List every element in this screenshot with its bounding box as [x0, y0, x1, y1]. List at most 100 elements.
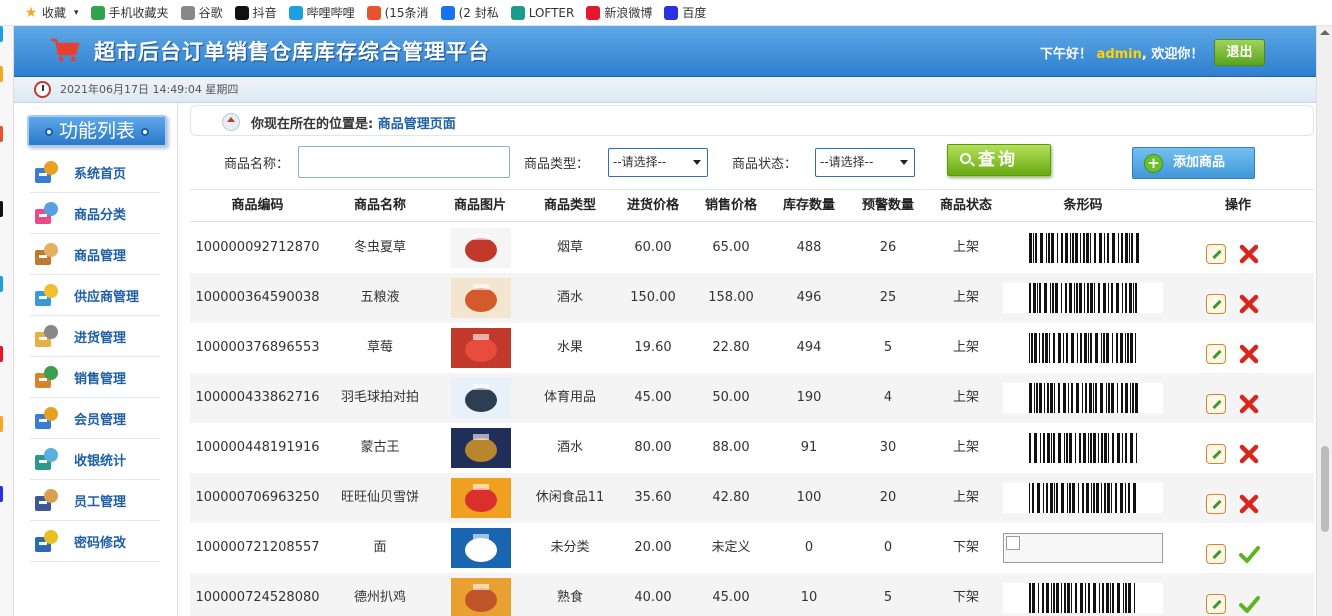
status-label: 商品状态：: [732, 157, 798, 172]
cell-sell: 65.00: [712, 240, 750, 255]
bookmark-zhihu[interactable]: (2 封私: [440, 4, 499, 21]
bookmark-page[interactable]: 谷歌: [180, 4, 223, 21]
strip-marker: [0, 486, 3, 502]
cell-warn: 30: [879, 440, 897, 455]
sidebar-item-label: 员工管理: [74, 495, 127, 510]
cell-stock: 0: [804, 540, 814, 555]
column-header: 商品类型: [543, 198, 596, 213]
bookmark-baidu[interactable]: 百度: [664, 4, 706, 21]
cell-stock: 10: [800, 590, 818, 605]
breadcrumb-location[interactable]: 商品管理页面: [378, 117, 456, 132]
sidebar-item-category[interactable]: 商品分类: [30, 194, 160, 234]
goods-type-select[interactable]: --请选择--: [608, 148, 708, 177]
password-icon: [32, 528, 60, 556]
category-icon: [32, 200, 60, 228]
cell-name: 五粮液: [360, 290, 400, 305]
bookmark-star[interactable]: ★ 收藏 ▾: [24, 4, 79, 21]
cell-status: 上架: [952, 340, 979, 355]
cell-type: 熟食: [556, 590, 583, 605]
bookmark-c[interactable]: (15条消: [366, 4, 429, 21]
goods-status-select[interactable]: --请选择--: [815, 148, 915, 177]
sidebar-item-purchase[interactable]: 进货管理: [30, 317, 160, 357]
query-button[interactable]: 查询: [947, 144, 1051, 176]
bookmark-weibo[interactable]: 新浪微博: [586, 4, 652, 21]
table-header: 商品编码 商品名称 商品图片 商品类型 进货价格 销售价格 库存数量 预警数量 商品状态 条形码 操…: [190, 190, 1314, 222]
app-header: 超市后台订单销售仓库库存综合管理平台 下午好！ admin, 欢迎你！ 退出: [14, 26, 1316, 77]
zhihu-icon: [440, 5, 455, 20]
sidebar-item-supplier[interactable]: 供应商管理: [30, 276, 160, 316]
phone-icon: [90, 5, 105, 20]
sidebar-item-goods[interactable]: 商品管理: [30, 235, 160, 275]
cell-type: 烟草: [556, 240, 583, 255]
delete-icon[interactable]: [1238, 443, 1260, 465]
delete-icon[interactable]: [1238, 493, 1260, 515]
table-row: 100000376896553 草莓 水果 19.60 22.80 494 5 上架: [190, 323, 1314, 373]
delete-icon[interactable]: [1238, 343, 1260, 365]
approve-icon[interactable]: [1238, 593, 1260, 615]
edit-icon[interactable]: [1206, 394, 1226, 414]
sidebar-item-home[interactable]: 系统首页: [30, 153, 160, 193]
sidebar-title-text: 功能列表: [58, 120, 135, 142]
cell-code: 100000376896553: [195, 340, 320, 355]
column-header: 操作: [1224, 198, 1251, 213]
edit-icon[interactable]: [1206, 244, 1226, 264]
chevron-down-icon: [900, 160, 908, 165]
cell-buy: 80.00: [634, 440, 672, 455]
cell-buy: 150.00: [630, 290, 676, 305]
bullet-icon: [44, 127, 53, 136]
sidebar-item-sales[interactable]: 销售管理: [30, 358, 160, 398]
bookmark-label: 百度: [682, 6, 707, 20]
broken-image-icon: [1003, 533, 1163, 563]
table-row: 100000448191916 蒙古王 酒水 80.00 88.00 91 30 上架: [190, 423, 1314, 473]
goods-name-input[interactable]: [298, 146, 510, 178]
chevron-down-icon[interactable]: ▾: [74, 8, 79, 18]
delete-icon[interactable]: [1238, 243, 1260, 265]
lofter-icon: [510, 5, 525, 20]
bilibili-icon: [288, 5, 303, 20]
table-row: 100000724528080 德州扒鸡 熟食 40.00 45.00 10 5 下架: [190, 573, 1314, 616]
goods-type-selected: --请选择--: [613, 155, 667, 169]
cell-stock: 100: [796, 490, 822, 505]
cell-sell: 50.00: [712, 390, 750, 405]
delete-icon[interactable]: [1238, 293, 1260, 315]
page-scrollbar[interactable]: [1316, 26, 1332, 616]
column-header: 条形码: [1063, 198, 1103, 213]
sidebar-item-member[interactable]: 会员管理: [30, 399, 160, 439]
edit-icon[interactable]: [1206, 344, 1226, 364]
scroll-thumb[interactable]: [1321, 446, 1329, 532]
cell-code: 100000092712870: [195, 240, 320, 255]
bullet-icon: [141, 127, 149, 136]
sidebar-item-cashier[interactable]: 收银统计: [30, 440, 160, 480]
bookmark-lofter[interactable]: LOFTER: [510, 5, 574, 20]
edit-icon[interactable]: [1206, 494, 1226, 514]
edit-icon[interactable]: [1206, 294, 1226, 314]
bookmark-bilibili[interactable]: 哔哩哔哩: [288, 4, 355, 21]
sidebar-item-label: 销售管理: [74, 372, 127, 387]
column-header: 商品编码: [231, 198, 284, 213]
approve-icon[interactable]: [1238, 543, 1260, 565]
scroll-up-icon[interactable]: [1320, 30, 1330, 35]
star-icon: ★: [24, 4, 38, 21]
edit-icon[interactable]: [1206, 444, 1226, 464]
cell-status: 下架: [952, 590, 979, 605]
sidebar-item-label: 会员管理: [74, 413, 127, 428]
app-title: 超市后台订单销售仓库库存综合管理平台: [94, 40, 490, 64]
goods-image: [451, 528, 511, 568]
logout-button[interactable]: 退出: [1214, 39, 1265, 66]
cell-type: 休闲食品11: [535, 490, 605, 505]
delete-icon[interactable]: [1238, 393, 1260, 415]
add-goods-button[interactable]: + 添加商品: [1132, 147, 1255, 179]
cell-stock: 494: [796, 340, 822, 355]
barcode-image: [1003, 283, 1163, 313]
bookmark-phone[interactable]: 手机收藏夹: [90, 4, 169, 21]
edit-icon[interactable]: [1206, 544, 1226, 564]
barcode-image: [1003, 383, 1163, 413]
edit-icon[interactable]: [1206, 594, 1226, 614]
bookmark-label: 抖音: [252, 6, 277, 20]
bookmark-tiktok[interactable]: 抖音: [234, 4, 277, 21]
sidebar-item-staff[interactable]: 员工管理: [30, 481, 160, 521]
sidebar-item-password[interactable]: 密码修改: [30, 522, 160, 562]
cell-type: 酒水: [556, 440, 583, 455]
cell-warn: 5: [883, 590, 893, 605]
type-label: 商品类型：: [524, 157, 590, 172]
